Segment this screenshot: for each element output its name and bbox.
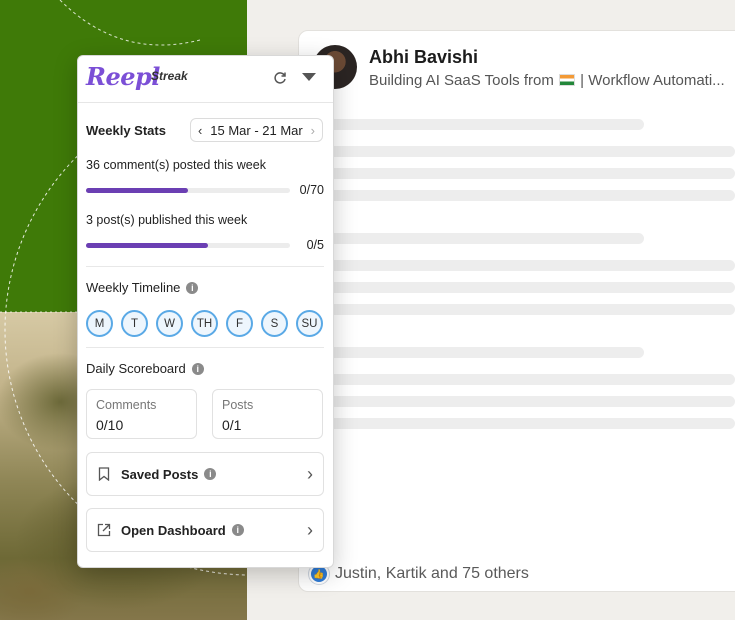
popup-header: Reepl Streak [78,56,333,103]
posts-score-card: Posts 0/1 [212,389,323,439]
skeleton-line [298,119,644,130]
india-flag-icon [559,74,575,86]
info-icon[interactable]: i [186,282,199,294]
streak-popup: Reepl Streak Weekly Stats ‹ 15 Mar - 21 … [77,55,334,568]
bookmark-icon [97,467,111,481]
headline-suffix: | Workflow Automati... [580,72,725,89]
day-circle-f[interactable]: F [226,310,253,337]
posts-progress-bar [86,243,290,248]
weekly-stats-title: Weekly Stats [86,123,166,138]
skeleton-line [298,168,735,179]
skeleton-line [298,304,735,315]
open-dashboard-label: Open Dashboard [121,522,226,538]
day-circle-m[interactable]: M [86,310,113,337]
day-circle-t[interactable]: T [121,310,148,337]
reactions-text: Justin, Kartik and 75 others [335,565,529,582]
chevron-right-icon: › [307,463,313,484]
skeleton-line [298,190,735,201]
day-circle-su[interactable]: SU [296,310,323,337]
chevron-right-icon: › [307,519,313,540]
skeleton-line [298,396,735,407]
posts-score-label: Posts [222,398,254,412]
open-dashboard-button[interactable]: Open Dashboard i › [86,508,324,552]
skeleton-line [298,347,644,358]
chevron-down-icon[interactable] [302,73,316,81]
divider [86,266,324,267]
chevron-left-icon[interactable]: ‹ [198,123,202,138]
skeleton-line [298,282,735,293]
post-card: Abhi Bavishi Building AI SaaS Tools from… [298,30,735,592]
info-icon[interactable]: i [191,363,204,375]
comments-week-text: 36 comment(s) posted this week [86,158,266,172]
weekly-timeline-title: Weekly Timeline i [86,280,199,295]
product-name: Streak [151,69,188,83]
comments-progress-bar [86,188,290,193]
reactions-summary[interactable]: 👍 Justin, Kartik and 75 others [309,564,529,584]
day-circle-th[interactable]: TH [191,310,218,337]
saved-posts-button[interactable]: Saved Posts i › [86,452,324,496]
skeleton-line [298,374,735,385]
author-headline: Building AI SaaS Tools from | Workflow A… [369,72,725,89]
headline-prefix: Building AI SaaS Tools from [369,72,554,89]
info-icon[interactable]: i [204,468,217,480]
posts-week-text: 3 post(s) published this week [86,213,248,227]
day-circle-w[interactable]: W [156,310,183,337]
posts-progress-fill [86,243,209,248]
skeleton-line [298,260,735,271]
saved-posts-label: Saved Posts [121,466,199,482]
comments-score-value: 0/10 [96,417,124,433]
info-icon[interactable]: i [231,524,244,536]
skeleton-line [298,233,644,244]
external-link-icon [97,523,111,537]
skeleton-line [298,418,735,429]
comments-week-count: 0/70 [299,183,324,197]
divider [86,347,324,348]
skeleton-line [298,146,735,157]
day-circle-s[interactable]: S [261,310,288,337]
reepl-logo: Reepl [86,62,160,91]
daily-scoreboard-label: Daily Scoreboard [86,361,186,376]
comments-score-label: Comments [96,398,157,412]
posts-week-count: 0/5 [306,238,324,252]
comments-progress-fill [86,188,188,193]
daily-scoreboard-title: Daily Scoreboard i [86,361,204,376]
chevron-right-icon[interactable]: › [311,123,315,138]
posts-score-value: 0/1 [222,417,242,433]
weekly-timeline-days: M T W TH F S SU [86,310,323,337]
refresh-icon[interactable] [272,70,288,86]
date-range-picker[interactable]: ‹ 15 Mar - 21 Mar › [190,118,323,142]
author-name[interactable]: Abhi Bavishi [369,47,478,68]
date-range-label: 15 Mar - 21 Mar [210,122,303,138]
weekly-timeline-label: Weekly Timeline [86,280,181,295]
comments-score-card: Comments 0/10 [86,389,197,439]
